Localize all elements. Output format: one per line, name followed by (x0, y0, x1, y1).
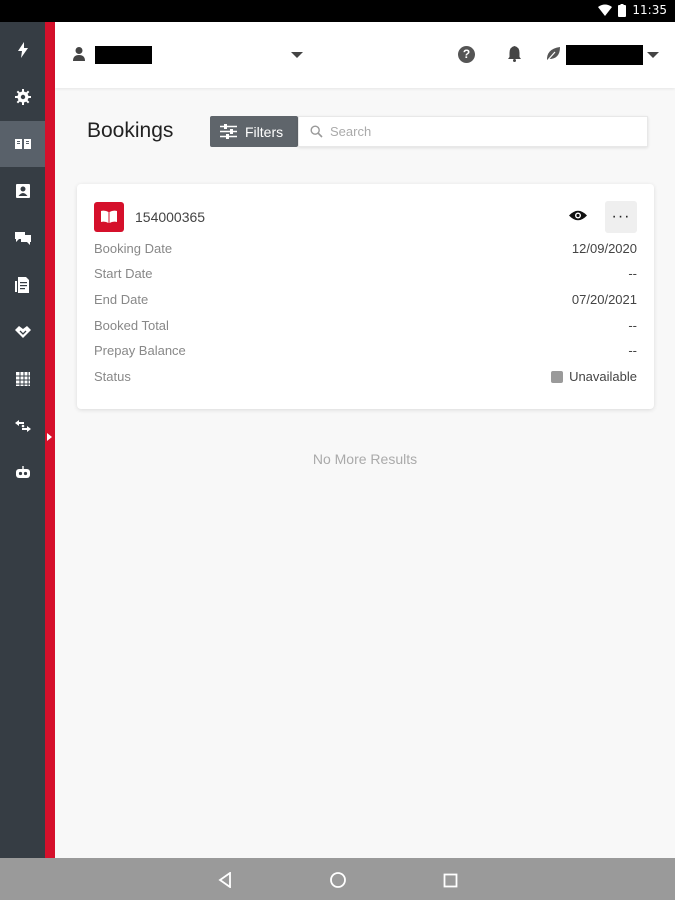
user-menu-chevron-icon[interactable] (647, 52, 659, 58)
nav-item-documents[interactable] (0, 262, 45, 308)
clock: 11:35 (632, 3, 667, 17)
field-value: -- (628, 318, 637, 333)
field-row: Booking Date 12/09/2020 (94, 241, 637, 259)
field-label: Start Date (94, 266, 153, 281)
field-value: -- (628, 343, 637, 358)
account-name-redacted (95, 46, 152, 64)
end-of-results-message: No More Results (312, 451, 418, 467)
nav-item-messages[interactable] (0, 215, 45, 261)
sidebar-accent-bar (45, 22, 55, 858)
field-value: -- (628, 266, 637, 281)
eye-icon[interactable] (568, 209, 588, 222)
back-triangle-icon (218, 872, 231, 888)
search-icon (310, 125, 323, 138)
robot-icon (15, 466, 30, 478)
wifi-icon (598, 4, 613, 16)
leaf-icon (546, 47, 560, 62)
field-row: Start Date -- (94, 266, 637, 284)
expand-sidebar-arrow-icon[interactable] (47, 433, 52, 441)
document-icon (14, 277, 29, 293)
search-input[interactable] (330, 124, 630, 139)
field-label: Status (94, 369, 131, 384)
back-button[interactable] (215, 870, 235, 890)
nav-item-quick-actions[interactable] (0, 27, 45, 73)
account-dropdown-chevron-icon[interactable] (291, 52, 303, 58)
bell-icon[interactable] (507, 45, 522, 62)
field-label: Prepay Balance (94, 343, 186, 358)
status-value: Unavailable (551, 369, 637, 384)
field-value: 12/09/2020 (571, 241, 637, 256)
filters-button[interactable]: Filters (210, 116, 298, 147)
nav-item-deals[interactable] (0, 309, 45, 355)
field-row: Prepay Balance -- (94, 343, 637, 361)
lightning-icon (17, 42, 28, 58)
left-nav-rail (0, 22, 45, 858)
user-icon (73, 47, 85, 61)
booking-id[interactable]: 154000365 (135, 209, 205, 225)
field-label: End Date (94, 292, 149, 307)
status-text: Unavailable (569, 369, 637, 384)
nav-item-transfers[interactable] (0, 403, 45, 449)
field-label: Booking Date (94, 241, 173, 256)
nav-item-settings[interactable] (0, 74, 45, 120)
nav-item-calendar[interactable] (0, 356, 45, 402)
help-icon[interactable]: ? (458, 46, 475, 63)
filters-button-label: Filters (245, 123, 284, 140)
search-box[interactable] (298, 116, 648, 147)
chat-icon (14, 232, 31, 245)
home-circle-icon (330, 872, 346, 888)
book-open-icon (14, 139, 31, 149)
gear-icon (14, 89, 31, 105)
user-name-redacted (566, 45, 643, 65)
status-indicator (551, 370, 564, 383)
nav-item-guests[interactable] (0, 168, 45, 214)
recents-button[interactable] (440, 870, 460, 890)
page-title: Bookings (87, 119, 174, 142)
field-row: Status Unavailable (94, 369, 637, 387)
field-label: Booked Total (94, 318, 169, 333)
system-nav-bar (0, 858, 675, 900)
field-value: 07/20/2021 (571, 292, 637, 307)
exchange-icon (14, 420, 31, 432)
booking-type-badge (94, 202, 124, 232)
guest-card-icon (15, 184, 30, 198)
recents-square-icon (443, 873, 457, 887)
field-row: End Date 07/20/2021 (94, 292, 637, 310)
calendar-grid-icon (15, 372, 30, 386)
booking-card[interactable]: 154000365 ··· Booking Date 12/09/2020 St… (77, 184, 654, 409)
more-options-button[interactable]: ··· (605, 201, 637, 233)
sliders-icon (220, 124, 237, 139)
top-header: ? (55, 22, 675, 88)
handshake-icon (14, 326, 31, 338)
status-bar: 11:35 (0, 0, 675, 22)
nav-item-bookings[interactable] (0, 121, 45, 167)
home-button[interactable] (328, 870, 348, 890)
field-row: Booked Total -- (94, 318, 637, 336)
nav-item-automation[interactable] (0, 450, 45, 496)
book-open-icon (101, 210, 117, 223)
battery-icon (618, 3, 627, 17)
